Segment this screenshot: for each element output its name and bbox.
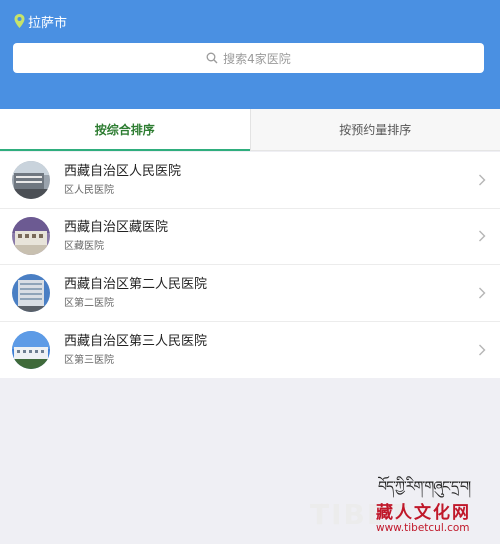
sort-tabs: 按综合排序 按预约量排序	[0, 109, 500, 151]
site-watermark: TIBET བོད་ཀྱི་རིག་གཞུང་དྲ་བ། 藏人文化网 www.t…	[310, 470, 494, 540]
chevron-right-icon	[479, 174, 486, 186]
search-placeholder: 搜索4家医院	[223, 51, 291, 66]
hospital-short-name: 区第三医院	[64, 354, 114, 366]
hospital-row[interactable]: 西藏自治区藏医院 区藏医院	[0, 209, 500, 265]
hospital-photo	[12, 160, 50, 199]
hospital-row[interactable]: 西藏自治区第三人民医院 区第三医院	[0, 322, 500, 379]
hospital-short-name: 区第二医院	[64, 297, 114, 309]
hospital-name: 西藏自治区第三人民医院	[64, 333, 208, 349]
hospital-name: 西藏自治区藏医院	[64, 220, 169, 236]
city-label: 拉萨市	[28, 15, 68, 31]
search-input[interactable]: 搜索4家医院	[13, 43, 484, 73]
chevron-right-icon	[479, 344, 486, 356]
location-pin-icon	[14, 14, 25, 28]
hospital-short-name: 区人民医院	[64, 184, 114, 196]
chevron-right-icon	[479, 287, 486, 299]
watermark-chinese: 藏人文化网	[376, 503, 471, 523]
tab-label: 按综合排序	[94, 123, 155, 137]
hospital-row[interactable]: 西藏自治区人民医院 区人民医院	[0, 152, 500, 209]
hospital-photo	[12, 273, 50, 312]
hospital-photo	[12, 217, 50, 256]
hospital-name: 西藏自治区人民医院	[64, 163, 182, 179]
app-header: 拉萨市 搜索4家医院	[0, 0, 500, 109]
tab-sort-overall[interactable]: 按综合排序	[0, 109, 250, 151]
watermark-url: www.tibetcul.com	[376, 522, 470, 534]
hospital-list: 西藏自治区人民医院 区人民医院 西藏自治区藏医院 区藏医院 西藏自治区第二人民医…	[0, 152, 500, 378]
hospital-short-name: 区藏医院	[64, 241, 104, 253]
tab-label: 按预约量排序	[339, 123, 412, 137]
hospital-name: 西藏自治区第二人民医院	[64, 276, 208, 292]
search-icon	[206, 52, 218, 64]
hospital-row[interactable]: 西藏自治区第二人民医院 区第二医院	[0, 265, 500, 322]
hospital-photo	[12, 330, 50, 369]
tab-sort-appointments[interactable]: 按预约量排序	[249, 109, 500, 150]
city-selector[interactable]: 拉萨市	[14, 12, 68, 31]
chevron-right-icon	[479, 230, 486, 242]
